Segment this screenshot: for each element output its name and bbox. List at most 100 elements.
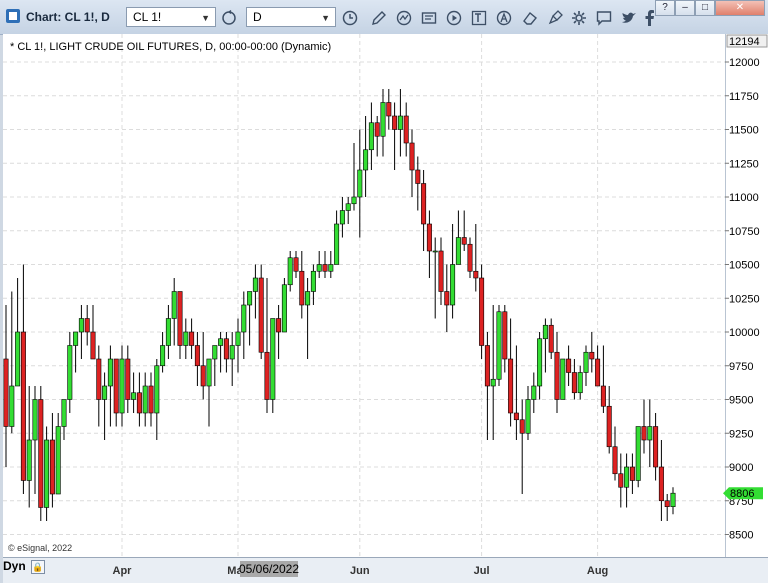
candle-body [583, 351, 589, 373]
candle [415, 156, 421, 211]
candle-body [357, 169, 363, 198]
candle-body [84, 318, 90, 333]
chart-header: * CL 1!, LIGHT CRUDE OIL FUTURES, D, 00:… [10, 41, 332, 53]
candle-body [78, 318, 84, 333]
candle-body [513, 412, 519, 421]
price-tick-label: 10500 [729, 260, 760, 272]
candle [160, 332, 166, 373]
candle-body [125, 358, 131, 400]
price-tick-label: 10750 [729, 226, 760, 238]
candle-body [165, 318, 171, 346]
candle [432, 237, 438, 319]
lock-icon[interactable]: 🔒 [31, 560, 45, 574]
candle-body [566, 358, 572, 373]
candle [32, 386, 38, 494]
candle [647, 399, 653, 467]
candle-body [223, 338, 229, 360]
candle [653, 413, 659, 481]
candle [624, 453, 630, 508]
candle [368, 102, 374, 170]
candle [67, 332, 73, 413]
candle-body [426, 223, 432, 252]
candle-body [467, 243, 473, 272]
candle-body [287, 257, 293, 286]
candle-body [635, 426, 641, 481]
candle [200, 332, 206, 400]
candle [131, 372, 137, 413]
candle [618, 453, 624, 508]
candle [9, 291, 15, 434]
candle [357, 129, 363, 238]
candle-body [345, 203, 351, 211]
candle [542, 318, 548, 373]
candlestick-chart: 8500875090009250950097501000010250105001… [3, 34, 768, 577]
candle [635, 426, 641, 488]
candle [374, 116, 380, 157]
candle [496, 305, 502, 386]
candle-body [571, 372, 577, 394]
candle [455, 210, 461, 265]
candle-body [455, 237, 461, 265]
candle-body [595, 358, 601, 387]
candle [589, 332, 595, 373]
candle [600, 345, 606, 413]
candle-body [641, 426, 647, 441]
candle [206, 358, 212, 427]
candle-body [160, 345, 166, 367]
dynamic-mode-label[interactable]: Dyn [3, 559, 26, 573]
candle [194, 332, 200, 386]
candle-body [107, 358, 113, 387]
month-label: Jul [474, 565, 490, 577]
candle-body [96, 358, 102, 400]
candle-body [577, 372, 583, 394]
candle-body [316, 264, 322, 272]
candle [154, 359, 160, 440]
candle [513, 345, 519, 440]
candle [61, 399, 67, 440]
candle-body [629, 466, 635, 481]
candle [316, 251, 322, 278]
candle [287, 251, 293, 292]
candle-body [653, 426, 659, 468]
candle-body [177, 291, 183, 346]
candle-body [670, 492, 676, 507]
candle [90, 305, 96, 360]
candle [606, 386, 612, 454]
candle [670, 487, 676, 515]
candle [629, 453, 635, 494]
candle [658, 440, 664, 521]
candle-body [658, 466, 664, 502]
candle-body [386, 102, 392, 117]
candle [299, 251, 305, 319]
candle-body [44, 439, 50, 508]
candle-body [194, 345, 200, 367]
candle [148, 372, 154, 427]
candle [583, 345, 589, 386]
candle [26, 386, 32, 508]
candle [223, 332, 229, 373]
candle-body [444, 291, 450, 306]
price-tick-label: 10250 [729, 293, 760, 305]
candle [664, 494, 670, 521]
candle-body [189, 331, 195, 346]
price-tick-label: 9250 [729, 428, 753, 440]
month-label: Aug [587, 565, 608, 577]
candle-body [554, 351, 560, 400]
candle [397, 89, 403, 157]
candle-body [624, 466, 630, 488]
month-label: Apr [113, 565, 133, 577]
candle [531, 372, 537, 413]
candle [44, 426, 50, 521]
candle [78, 305, 84, 359]
candle [641, 399, 647, 454]
price-tick-label: 9000 [729, 462, 753, 474]
candle-body [612, 446, 618, 475]
candle [426, 210, 432, 278]
candle-body [496, 311, 502, 380]
candle-body [200, 365, 206, 387]
candle-body [131, 392, 137, 400]
candle [73, 331, 79, 373]
candle-body [322, 264, 328, 272]
candle [508, 318, 514, 427]
candle-body [542, 324, 548, 340]
